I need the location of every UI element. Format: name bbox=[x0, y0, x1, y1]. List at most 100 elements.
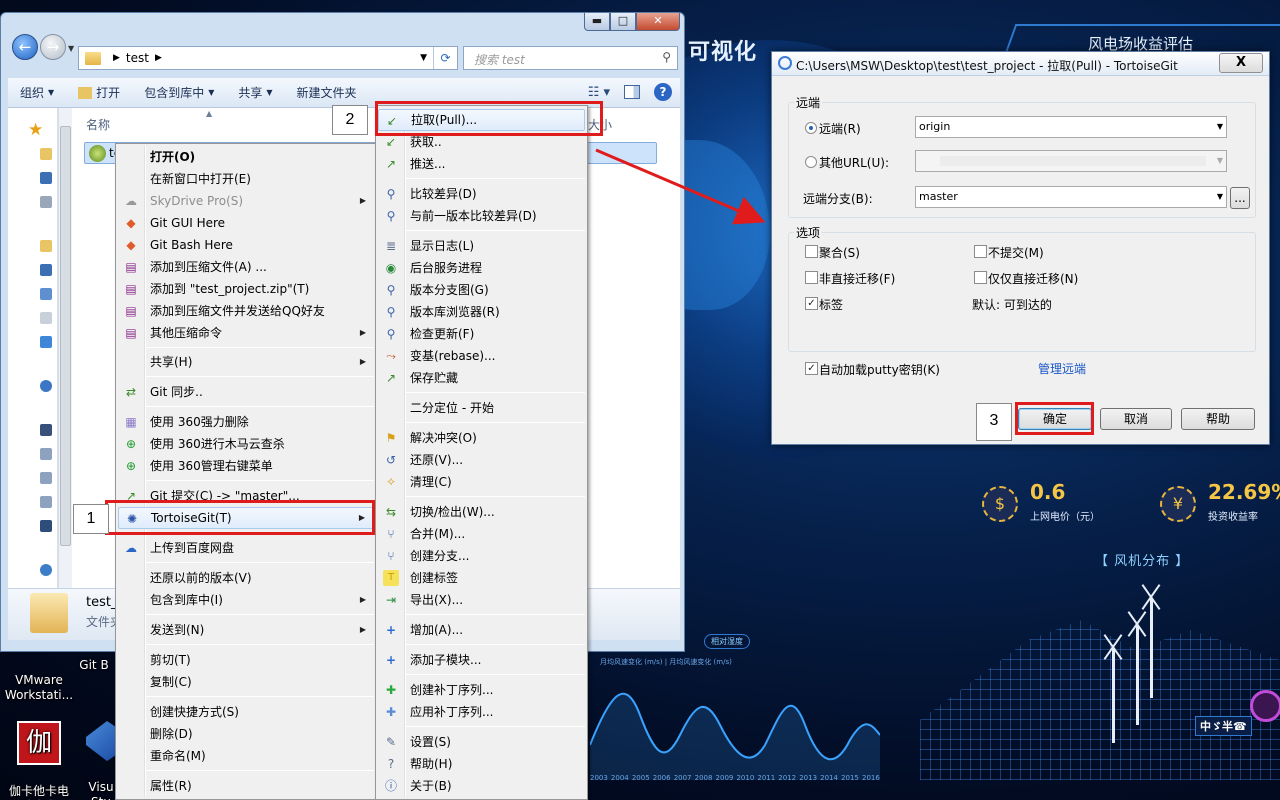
no-ff-label[interactable]: 非直接迁移(F) bbox=[819, 270, 895, 287]
menu-item-archive-send-qq[interactable]: ▤ 添加到压缩文件并发送给QQ好友 bbox=[118, 300, 374, 322]
other-url-radio[interactable] bbox=[805, 156, 817, 168]
menu-item-apply-patch[interactable]: ✚ 应用补丁序列... bbox=[378, 701, 585, 723]
nav-recent-icon[interactable] bbox=[40, 196, 52, 208]
menu-item-resolve[interactable]: ⚑ 解决冲突(O) bbox=[378, 427, 585, 449]
humidity-pill[interactable]: 相对湿度 bbox=[704, 634, 750, 649]
menu-item-create-branch[interactable]: ⑂ 创建分支... bbox=[378, 545, 585, 567]
menu-item-360-scan[interactable]: ⊕ 使用 360进行木马云查杀 bbox=[118, 433, 374, 455]
menu-item-git-gui[interactable]: ◆ Git GUI Here bbox=[118, 212, 374, 234]
app-orb-icon[interactable] bbox=[1250, 690, 1280, 722]
menu-item-show-log[interactable]: ≣ 显示日志(L) bbox=[378, 235, 585, 257]
nav-documents-icon[interactable] bbox=[40, 312, 52, 324]
menu-item-copy[interactable]: 复制(C) bbox=[118, 671, 374, 693]
desktop-icon-jiyu[interactable]: 伽 伽卡他卡电 子教室学... bbox=[0, 706, 78, 800]
menu-item-open-new-window[interactable]: 在新窗口中打开(E) bbox=[118, 168, 374, 190]
new-folder-button[interactable]: 新建文件夹 bbox=[285, 84, 369, 101]
refresh-icon[interactable]: ⟳ bbox=[433, 47, 457, 69]
nav-drive-icon[interactable] bbox=[40, 496, 52, 508]
breadcrumb-test[interactable]: test bbox=[126, 51, 149, 65]
help-button[interactable]: 帮助 bbox=[1181, 408, 1255, 430]
help-icon[interactable]: ? bbox=[654, 83, 672, 101]
no-commit-checkbox[interactable] bbox=[974, 245, 987, 258]
back-button[interactable]: ← bbox=[12, 34, 38, 60]
menu-item-revision-graph[interactable]: ⚲ 版本分支图(G) bbox=[378, 279, 585, 301]
organize-button[interactable]: 组织 ▼ bbox=[8, 84, 66, 101]
browse-branch-button[interactable]: ... bbox=[1230, 187, 1250, 209]
menu-item-settings[interactable]: ✎ 设置(S) bbox=[378, 731, 585, 753]
nav-drive-icon[interactable] bbox=[40, 520, 52, 532]
no-commit-label[interactable]: 不提交(M) bbox=[988, 244, 1044, 261]
menu-item-add-zip[interactable]: ▤ 添加到 "test_project.zip"(T) bbox=[118, 278, 374, 300]
menu-item-add-submodule[interactable]: + 添加子模块... bbox=[378, 649, 585, 671]
menu-item-merge[interactable]: ⑂ 合并(M)... bbox=[378, 523, 585, 545]
merge-label[interactable]: 聚合(S) bbox=[819, 244, 860, 261]
other-url-label[interactable]: 其他URL(U): bbox=[819, 154, 889, 171]
menu-item-send-to[interactable]: 发送到(N) ▶ bbox=[118, 619, 374, 641]
menu-item-switch-checkout[interactable]: ⇆ 切换/检出(W)... bbox=[378, 501, 585, 523]
autoload-putty-checkbox[interactable]: ✓ bbox=[805, 362, 818, 375]
other-url-input[interactable]: ▼ bbox=[915, 150, 1227, 172]
menu-item-check-updates[interactable]: ⚲ 检查更新(F) bbox=[378, 323, 585, 345]
ff-only-checkbox[interactable] bbox=[974, 271, 987, 284]
address-dropdown-icon[interactable]: ▼ bbox=[420, 53, 427, 63]
menu-item-rename[interactable]: 重命名(M) bbox=[118, 745, 374, 767]
open-button[interactable]: 打开 bbox=[66, 84, 132, 101]
minimize-button[interactable]: ▬ bbox=[584, 13, 610, 31]
nav-network-icon[interactable] bbox=[40, 564, 52, 576]
search-icon[interactable]: ⚲ bbox=[662, 50, 671, 64]
menu-item-properties[interactable]: 属性(R) bbox=[118, 775, 374, 797]
forward-button[interactable]: → bbox=[40, 34, 66, 60]
menu-item-add-archive[interactable]: ▤ 添加到压缩文件(A) ... bbox=[118, 256, 374, 278]
favorites-star-icon[interactable]: ★ bbox=[28, 120, 43, 140]
menu-item-restore-previous[interactable]: 还原以前的版本(V) bbox=[118, 567, 374, 589]
menu-item-baidu-upload[interactable]: ☁ 上传到百度网盘 bbox=[118, 537, 374, 559]
share-button[interactable]: 共享 ▼ bbox=[226, 84, 284, 101]
menu-item-add[interactable]: + 增加(A)... bbox=[378, 619, 585, 641]
autoload-putty-label[interactable]: 自动加载putty密钥(K) bbox=[819, 361, 940, 378]
nav-folder-icon[interactable] bbox=[40, 148, 52, 160]
menu-item-repo-browser[interactable]: ⚲ 版本库浏览器(R) bbox=[378, 301, 585, 323]
breadcrumb-separator-icon[interactable]: ▶ bbox=[113, 53, 120, 63]
menu-item-bisect-start[interactable]: 二分定位 - 开始 bbox=[378, 397, 585, 419]
nav-desktop-icon[interactable] bbox=[40, 172, 52, 184]
menu-item-create-tag[interactable]: T 创建标签 bbox=[378, 567, 585, 589]
view-options-icon[interactable]: ☷ ▾ bbox=[588, 85, 610, 100]
menu-item-daemon[interactable]: ◉ 后台服务进程 bbox=[378, 257, 585, 279]
nav-library-icon[interactable] bbox=[40, 240, 52, 252]
menu-item-cleanup[interactable]: ✧ 清理(C) bbox=[378, 471, 585, 493]
nav-drive-icon[interactable] bbox=[40, 472, 52, 484]
menu-item-stash-save[interactable]: ↗ 保存贮藏 bbox=[378, 367, 585, 389]
tags-checkbox[interactable]: ✓ bbox=[805, 297, 818, 310]
dialog-title-bar[interactable]: C:\Users\MSW\Desktop\test\test_project -… bbox=[772, 52, 1269, 76]
recent-pages-dropdown[interactable]: ▼ bbox=[68, 44, 74, 53]
nav-computer-icon[interactable] bbox=[40, 424, 52, 436]
scrollbar-thumb[interactable] bbox=[60, 126, 71, 546]
cancel-button[interactable]: 取消 bbox=[1100, 408, 1172, 430]
breadcrumb-separator-icon[interactable]: ▶ bbox=[155, 53, 162, 63]
remote-radio-label[interactable]: 远端(R) bbox=[819, 120, 861, 137]
nav-pictures-icon[interactable] bbox=[40, 288, 52, 300]
maximize-button[interactable]: □ bbox=[610, 13, 636, 31]
menu-item-include-library[interactable]: 包含到库中(I) ▶ bbox=[118, 589, 374, 611]
dialog-close-button[interactable]: X bbox=[1219, 53, 1263, 73]
nav-drive-icon[interactable] bbox=[40, 448, 52, 460]
search-input[interactable]: 搜索 test ⚲ bbox=[463, 46, 678, 70]
menu-item-about[interactable]: ⓘ 关于(B) bbox=[378, 775, 585, 797]
column-header-name[interactable]: 名称 bbox=[86, 116, 110, 133]
address-bar[interactable]: ▶ test ▶ ▼ ⟳ bbox=[78, 46, 458, 70]
menu-item-git-sync[interactable]: ⇄ Git 同步.. bbox=[118, 381, 374, 403]
menu-item-diff[interactable]: ⚲ 比较差异(D) bbox=[378, 183, 585, 205]
merge-checkbox[interactable] bbox=[805, 245, 818, 258]
nav-scrollbar[interactable] bbox=[58, 108, 72, 588]
nav-homegroup-icon[interactable] bbox=[40, 380, 52, 392]
menu-item-create-patch[interactable]: ✚ 创建补丁序列... bbox=[378, 679, 585, 701]
menu-item-rebase[interactable]: ⤳ 变基(rebase)... bbox=[378, 345, 585, 367]
menu-item-git-bash[interactable]: ◆ Git Bash Here bbox=[118, 234, 374, 256]
menu-item-push[interactable]: ↗ 推送... bbox=[378, 153, 585, 175]
ff-only-label[interactable]: 仅仅直接迁移(N) bbox=[988, 270, 1078, 287]
tags-label[interactable]: 标签 bbox=[819, 296, 843, 313]
menu-item-360-delete[interactable]: ▦ 使用 360强力删除 bbox=[118, 411, 374, 433]
nav-videos-icon[interactable] bbox=[40, 264, 52, 276]
manage-remotes-link[interactable]: 管理远端 bbox=[1038, 360, 1086, 377]
nav-music-icon[interactable] bbox=[40, 336, 52, 348]
